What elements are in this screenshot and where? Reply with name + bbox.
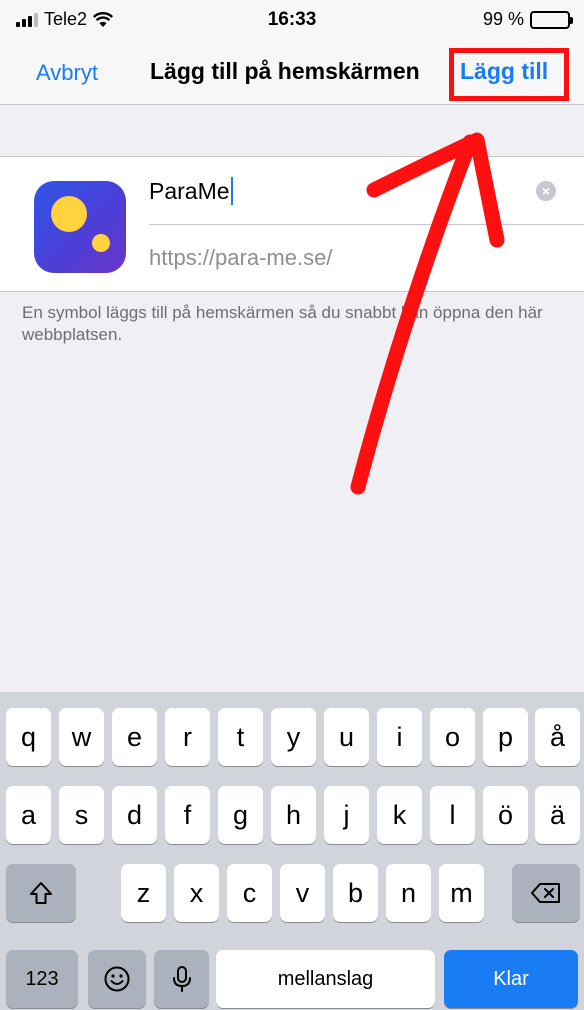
- key[interactable]: ö: [483, 786, 528, 844]
- hint-text: En symbol läggs till på hemskärmen så du…: [22, 303, 543, 344]
- key[interactable]: m: [439, 864, 484, 922]
- key[interactable]: h: [271, 786, 316, 844]
- key[interactable]: w: [59, 708, 104, 766]
- name-field-row: ParaMe ×: [149, 157, 584, 225]
- key[interactable]: c: [227, 864, 272, 922]
- shift-icon: [30, 882, 52, 904]
- backspace-icon: [531, 883, 560, 903]
- key[interactable]: b: [333, 864, 378, 922]
- key[interactable]: å: [535, 708, 580, 766]
- microphone-icon: [172, 966, 191, 992]
- space-key[interactable]: mellanslag: [216, 950, 435, 1008]
- key[interactable]: r: [165, 708, 210, 766]
- key[interactable]: x: [174, 864, 219, 922]
- annotation-highlight-box: [449, 48, 569, 101]
- clear-icon[interactable]: ×: [536, 181, 556, 201]
- key[interactable]: i: [377, 708, 422, 766]
- key[interactable]: q: [6, 708, 51, 766]
- status-bar: Tele2 16:33 99 %: [0, 0, 584, 40]
- key[interactable]: z: [121, 864, 166, 922]
- page-title: Lägg till på hemskärmen: [150, 58, 420, 84]
- key[interactable]: l: [430, 786, 475, 844]
- numbers-key[interactable]: 123: [6, 950, 78, 1008]
- keyboard: q w e r t y u i o p å a s d f g h j k l …: [0, 692, 584, 1010]
- key[interactable]: e: [112, 708, 157, 766]
- key[interactable]: j: [324, 786, 369, 844]
- key[interactable]: k: [377, 786, 422, 844]
- key[interactable]: f: [165, 786, 210, 844]
- key[interactable]: a: [6, 786, 51, 844]
- key[interactable]: y: [271, 708, 316, 766]
- done-key[interactable]: Klar: [444, 950, 578, 1008]
- status-right: 99 %: [482, 9, 573, 30]
- key[interactable]: p: [483, 708, 528, 766]
- key[interactable]: ä: [535, 786, 580, 844]
- key[interactable]: o: [430, 708, 475, 766]
- name-field[interactable]: ParaMe: [149, 177, 233, 205]
- add-to-home-form: ParaMe × https://para-me.se/: [0, 156, 584, 292]
- app-icon: [34, 181, 126, 273]
- key[interactable]: t: [218, 708, 263, 766]
- dictation-key[interactable]: [154, 950, 209, 1008]
- emoji-key[interactable]: [88, 950, 146, 1008]
- key[interactable]: n: [386, 864, 431, 922]
- url-label: https://para-me.se/: [149, 245, 333, 270]
- backspace-key[interactable]: [512, 864, 580, 922]
- text-caret: [230, 177, 233, 205]
- battery-icon: [530, 10, 573, 29]
- key[interactable]: d: [112, 786, 157, 844]
- shift-key[interactable]: [6, 864, 76, 922]
- key[interactable]: s: [59, 786, 104, 844]
- emoji-icon: [104, 966, 130, 992]
- key[interactable]: u: [324, 708, 369, 766]
- key[interactable]: v: [280, 864, 325, 922]
- key[interactable]: g: [218, 786, 263, 844]
- battery-percent: 99 %: [482, 9, 524, 29]
- name-field-value: ParaMe: [149, 177, 230, 204]
- cancel-button[interactable]: Avbryt: [36, 60, 98, 86]
